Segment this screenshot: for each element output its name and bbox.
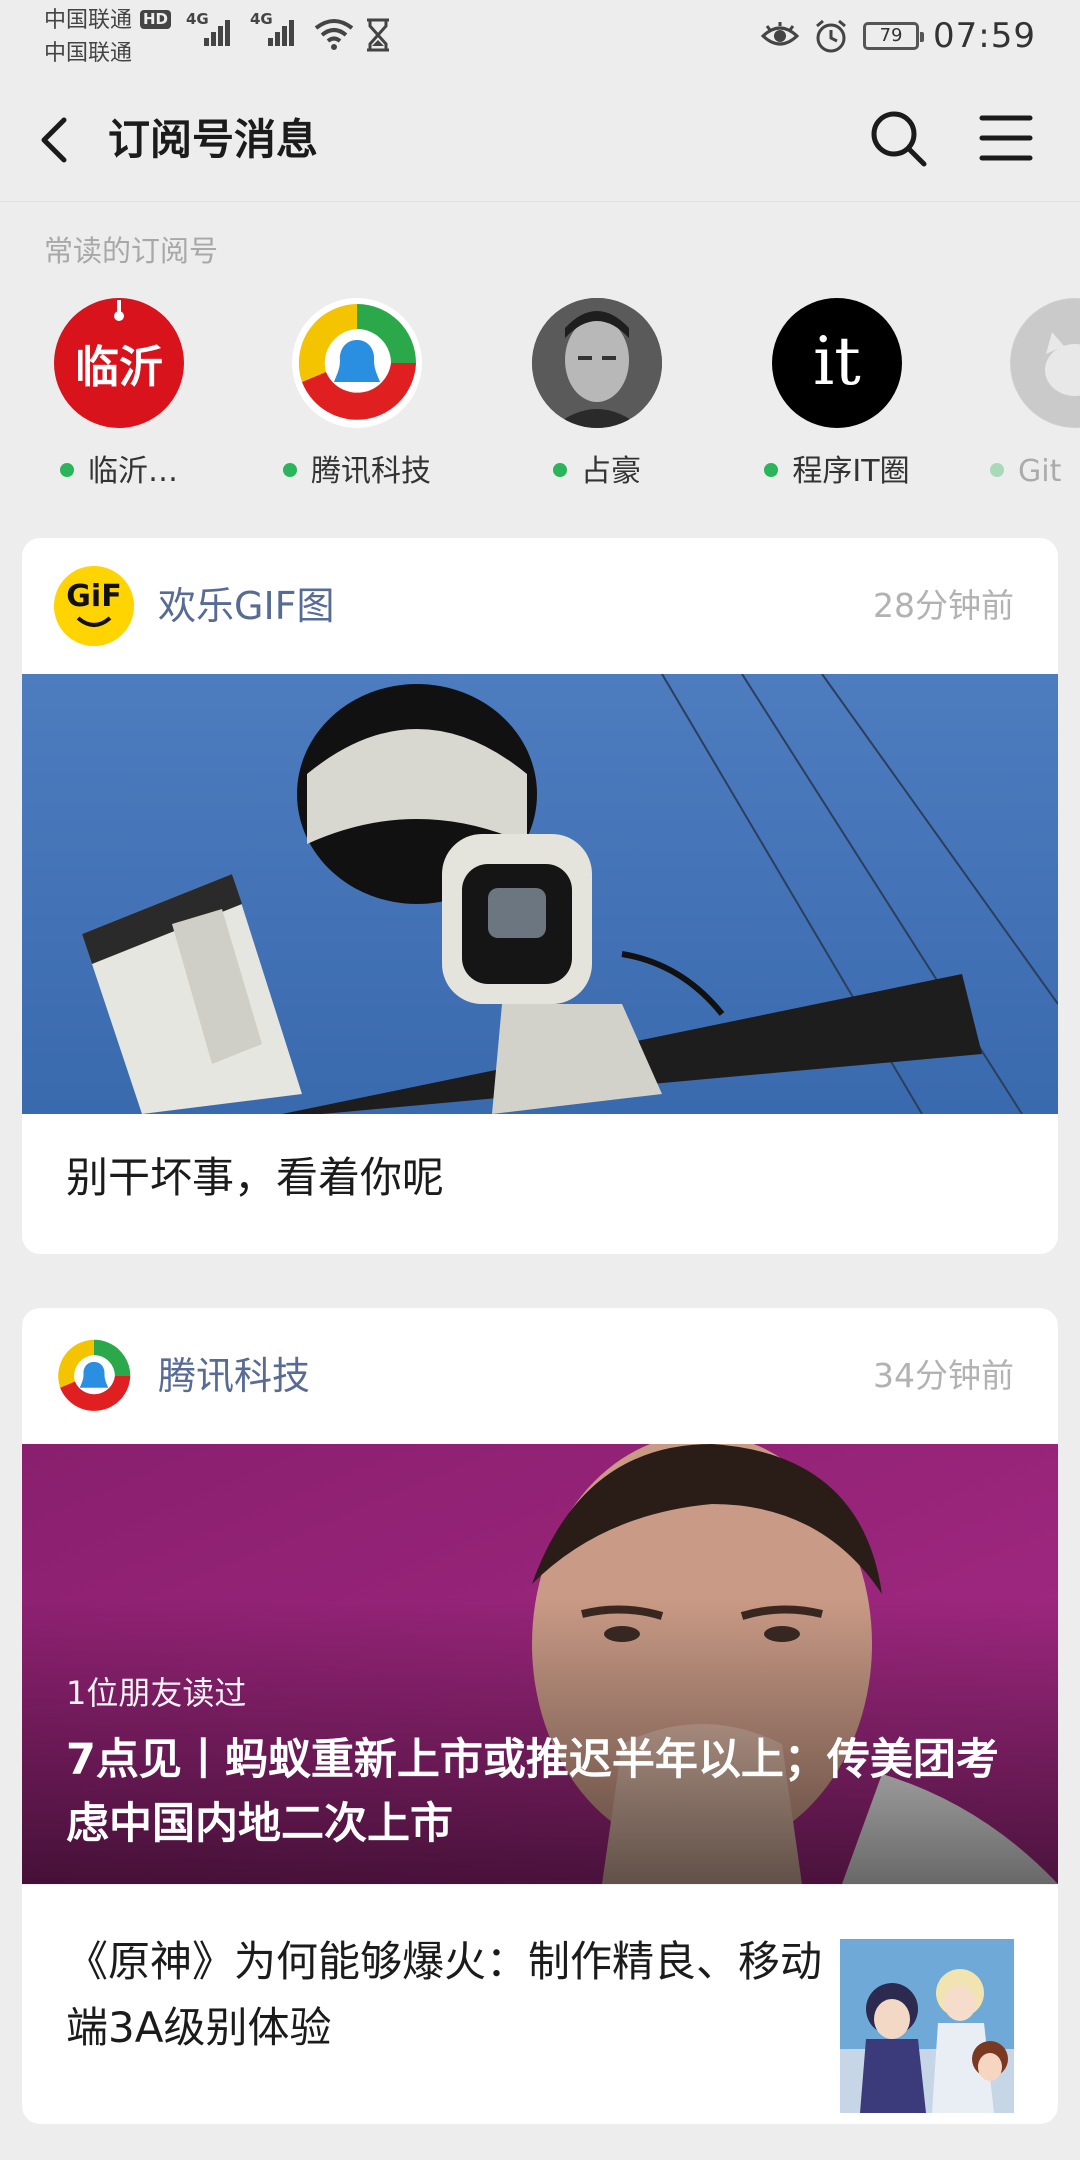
- game-artwork-image: [840, 1939, 1014, 2113]
- gif-logo-icon: GiF: [54, 566, 134, 646]
- unread-dot: [990, 462, 1004, 477]
- navigation-bar: 订阅号消息: [0, 76, 1080, 202]
- sub-article-item[interactable]: 《原神》为何能够爆火：制作精良、移动端3A级别体验: [22, 1884, 1058, 2124]
- cover-image[interactable]: [22, 674, 1058, 1114]
- article-card-tencent-tech[interactable]: 腾讯科技 34分钟前 1位朋友读过 7点见丨蚂蚁重新上市或推迟半年以上；传美团考…: [22, 1308, 1058, 2124]
- subscription-messages-screen: 中国联通 中国联通 HD 4G 4G 79 07:59 订阅号消息 常读的订阅号…: [0, 0, 1080, 2160]
- unread-dot: [764, 462, 779, 477]
- carrier-2: 中国联通: [44, 41, 133, 66]
- security-camera-image: [22, 674, 1058, 1114]
- account-avatar: [1010, 298, 1080, 428]
- linyi-logo-icon: 临沂: [75, 300, 163, 393]
- frequent-account-linyi[interactable]: 临沂 临沂…: [4, 298, 234, 498]
- tencent-news-logo-icon: [293, 299, 421, 427]
- source-name[interactable]: 欢乐GIF图: [158, 578, 335, 634]
- svg-text:临沂: 临沂: [75, 342, 163, 393]
- featured-headline[interactable]: 7点见丨蚂蚁重新上市或推迟半年以上；传美团考虑中国内地二次上市: [66, 1728, 1014, 1856]
- tencent-news-logo-icon: [54, 1336, 134, 1416]
- account-avatar: [292, 298, 422, 428]
- account-avatar: 临沂: [54, 298, 184, 428]
- account-avatar: [532, 298, 662, 428]
- carrier-1: 中国联通: [44, 8, 133, 33]
- sub-article-title[interactable]: 《原神》为何能够爆火：制作精良、移动端3A级别体验: [66, 1929, 826, 2061]
- hd-badge: HD: [140, 10, 172, 29]
- search-icon[interactable]: [864, 104, 932, 172]
- svg-text:GiF: GiF: [66, 579, 121, 614]
- alarm-icon: [816, 19, 846, 53]
- account-name: 占豪: [581, 454, 641, 489]
- hourglass-icon: [367, 18, 389, 52]
- eye-comfort-icon: [761, 22, 800, 46]
- publish-time: 28分钟前: [873, 586, 1014, 625]
- clock: 07:59: [933, 16, 1036, 56]
- frequent-account-git[interactable]: Git: [960, 298, 1080, 498]
- article-card-gif[interactable]: GiF 欢乐GIF图 28分钟前 别干坏事，看着你呢: [22, 538, 1058, 1254]
- it-logo-icon: it: [813, 323, 861, 400]
- publish-time: 34分钟前: [873, 1356, 1014, 1395]
- account-name: 腾讯科技: [311, 454, 431, 489]
- account-name: Git: [1018, 454, 1062, 489]
- cover-image[interactable]: 1位朋友读过 7点见丨蚂蚁重新上市或推迟半年以上；传美团考虑中国内地二次上市: [22, 1444, 1058, 1884]
- article-title[interactable]: 别干坏事，看着你呢: [22, 1114, 1058, 1254]
- account-name: 临沂…: [88, 454, 178, 489]
- person-portrait-icon: [532, 298, 662, 428]
- frequent-section-label: 常读的订阅号: [44, 234, 219, 268]
- menu-icon[interactable]: [972, 104, 1040, 172]
- octocat-logo-icon: [1011, 299, 1080, 427]
- battery-icon: 79: [863, 22, 925, 50]
- card-header[interactable]: GiF 欢乐GIF图 28分钟前: [22, 538, 1058, 674]
- card-header[interactable]: 腾讯科技 34分钟前: [22, 1308, 1058, 1444]
- account-avatar: it: [772, 298, 902, 428]
- status-right: 79 07:59: [761, 14, 1036, 58]
- unread-dot: [553, 462, 567, 477]
- frequent-account-zhanhao[interactable]: 占豪: [482, 298, 712, 498]
- frequent-accounts-row[interactable]: 临沂 临沂… 腾讯科技 占豪 it 程序IT圈 Git: [0, 298, 1080, 498]
- unread-dot: [60, 462, 74, 477]
- sub-article-thumbnail[interactable]: [840, 1939, 1014, 2113]
- friends-read-label: 1位朋友读过: [66, 1674, 247, 1712]
- frequent-account-it-circle[interactable]: it 程序IT圈: [722, 298, 952, 498]
- back-arrow-icon[interactable]: [30, 112, 78, 168]
- status-bar: 中国联通 中国联通 HD 4G 4G 79 07:59: [44, 8, 1036, 66]
- source-name[interactable]: 腾讯科技: [158, 1348, 310, 1404]
- account-name: 程序IT圈: [792, 454, 910, 489]
- unread-dot: [283, 462, 297, 477]
- frequent-account-tencent-tech[interactable]: 腾讯科技: [242, 298, 472, 498]
- wifi-icon: [314, 19, 354, 50]
- svg-text:it: it: [813, 323, 861, 400]
- page-title: 订阅号消息: [108, 115, 319, 164]
